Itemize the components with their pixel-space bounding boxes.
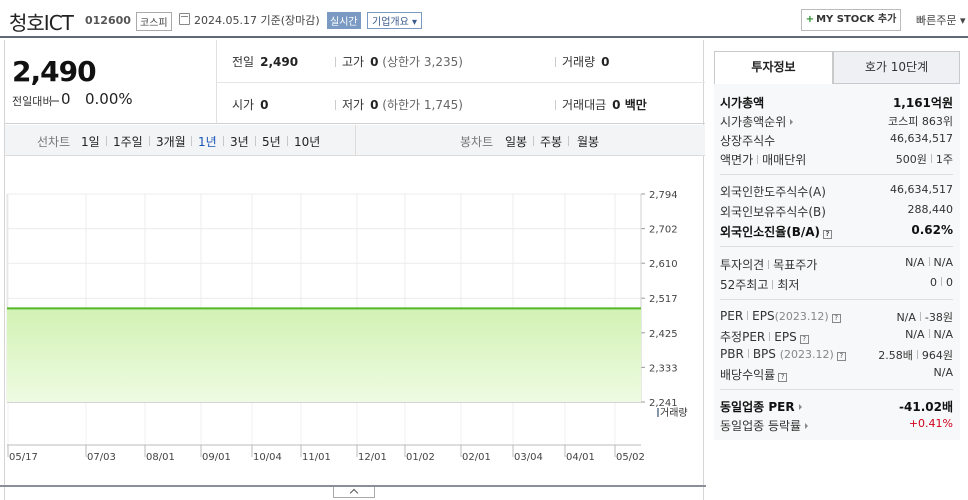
row-foreign-limit: 외국인한도주식수(A) 46,634,517: [720, 183, 953, 199]
my-stock-add-label: MY STOCK 추가: [816, 14, 897, 25]
tab-invest-info[interactable]: 투자정보: [714, 51, 833, 84]
row-foreign-rate: 외국인소진율(B/A)? 0.62%: [720, 223, 953, 239]
row-sector-per: 동일업종 PER -41.02배: [720, 400, 953, 414]
price-change: 0: [61, 90, 71, 108]
tab-order-book[interactable]: 호가 10단계: [833, 51, 960, 84]
y-tick-label: 2,333: [649, 363, 678, 374]
row-par-unit: 액면가 매매단위 500원 1주: [720, 153, 953, 167]
stat-prev-close: 전일 2,490: [232, 55, 299, 69]
period-10y[interactable]: 10년: [294, 133, 320, 150]
x-tick-label: 07/03: [87, 452, 116, 463]
candle-monthly[interactable]: 월봉: [577, 133, 599, 150]
candle-chart-label: 봉차트: [460, 135, 494, 149]
x-tick-label: 11/01: [302, 452, 331, 463]
candle-daily[interactable]: 일봉: [505, 133, 527, 150]
x-tick-label: 05/02: [616, 452, 645, 463]
stat-high: 고가 0 (상한가 3,235): [335, 53, 463, 70]
x-tick-label: 10/04: [253, 452, 282, 463]
my-stock-add-button[interactable]: + MY STOCK 추가: [801, 9, 901, 31]
divider: [355, 125, 356, 156]
row-foreign-hold: 외국인보유주식수(B) 288,440: [720, 203, 953, 219]
current-price: 2,490: [12, 55, 97, 88]
stock-code: 012600: [85, 14, 131, 27]
divider: [720, 174, 953, 175]
x-tick-label: 05/17: [9, 452, 38, 463]
change-label: 전일대비: [12, 95, 53, 108]
period-3y[interactable]: 3년: [230, 133, 249, 150]
row-market-cap-rank: 시가총액순위 코스피 863위: [720, 115, 953, 129]
volume-legend: 거래량: [660, 407, 688, 419]
help-icon[interactable]: ?: [778, 373, 788, 382]
stat-open: 시가 0: [232, 98, 269, 112]
arrow-right-icon: [798, 404, 802, 410]
row-dividend: 배당수익률? N/A: [720, 366, 953, 382]
help-icon[interactable]: ?: [836, 352, 846, 361]
arrow-right-icon: [805, 423, 809, 429]
row-market-cap: 시가총액 1,161억원: [720, 96, 953, 110]
period-bar: 선차트 1일 1주일 3개월 1년 3년 5년 10년 봉차트 일봉 주봉 월봉: [5, 125, 705, 156]
market-badge: 코스피: [136, 12, 172, 31]
line-chart-label: 선차트: [37, 135, 71, 149]
calendar-icon: [179, 13, 190, 25]
row-52week: 52주최고 최저 0 0: [720, 276, 953, 292]
x-tick-label: 08/01: [146, 452, 175, 463]
stat-trade-value: 거래대금 0 백만: [555, 96, 647, 113]
x-tick-label: 04/01: [566, 452, 595, 463]
base-date: 2024.05.17 기준(장마감): [194, 14, 320, 27]
row-opinion-target: 투자의견 목표주가 N/A N/A: [720, 256, 953, 272]
quick-order-dropdown[interactable]: 빠른주문 ▾: [916, 12, 966, 28]
x-tick-label: 09/01: [202, 452, 231, 463]
quote-stats: 전일 2,490 고가 0 (상한가 3,235) 거래량 0 시가 0 저가 0 (하한…: [217, 40, 705, 124]
arrow-right-icon: [790, 119, 794, 125]
help-icon[interactable]: ?: [799, 335, 809, 344]
stock-header: 청호ICT 012600 코스피 2024.05.17 기준(장마감) 실시간 …: [0, 0, 968, 38]
volume-legend-swatch: [657, 408, 659, 417]
stat-volume: 거래량 0: [555, 53, 609, 70]
price-area: [7, 308, 641, 402]
row-sector-change: 동일업종 등락률 +0.41%: [720, 417, 953, 433]
period-5y[interactable]: 5년: [262, 133, 281, 150]
help-icon[interactable]: ?: [831, 314, 841, 323]
period-3m[interactable]: 3개월: [156, 133, 186, 150]
x-tick-label: 12/01: [358, 452, 387, 463]
x-tick-label: 03/04: [514, 452, 543, 463]
divider: [720, 246, 953, 247]
price-box: 2,490 전일대비 0 0.00%: [5, 40, 217, 124]
plus-icon: +: [805, 14, 815, 25]
company-overview-dropdown[interactable]: 기업개요 ▾: [367, 12, 422, 29]
x-tick-label: 02/01: [462, 452, 491, 463]
stat-low: 저가 0 (하한가 1,745): [335, 96, 463, 113]
divider: [720, 299, 953, 300]
price-chart[interactable]: 2,794 2,702 2,610 2,517 2,425 2,333 2,241 05/1…: [5, 157, 705, 500]
info-tabs: 투자정보 호가 10단계: [714, 51, 960, 84]
price-chart-svg: 2,7942,7022,6102,5172,4252,3332,241 05/1…: [6, 190, 688, 463]
row-pbr-bps: PBR BPS (2023.12)? 2.58배 964원: [720, 347, 953, 362]
divider: [720, 389, 953, 390]
y-tick-label: 2,610: [649, 259, 678, 270]
divider: [217, 82, 705, 83]
quote-area: 2,490 전일대비 0 0.00% 전일 2,490 고가 0 (상한가 3,23…: [4, 40, 705, 500]
chart-bottom-bar: [0, 485, 706, 500]
y-tick-label: 2,425: [649, 329, 678, 340]
help-icon[interactable]: ?: [823, 230, 833, 239]
x-tick-label: 01/02: [406, 452, 435, 463]
price-change-pct: 0.00%: [85, 90, 133, 108]
y-tick-label: 2,794: [649, 190, 678, 201]
candle-weekly[interactable]: 주봉: [540, 133, 562, 150]
invest-info-panel: 투자정보 호가 10단계 시가총액 1,161억원 시가총액순위 코스피 863위 …: [706, 40, 968, 500]
row-est-per-eps: 추정PER EPS? N/A N/A: [720, 328, 953, 344]
y-tick-label: 2,517: [649, 294, 678, 305]
period-1d[interactable]: 1일: [81, 133, 100, 150]
chart-collapse-toggle[interactable]: [333, 487, 375, 498]
realtime-button[interactable]: 실시간: [327, 12, 361, 29]
period-1y[interactable]: 1년: [198, 133, 217, 150]
y-tick-label: 2,702: [649, 225, 678, 236]
row-listed-shares: 상장주식수 46,634,517: [720, 132, 953, 148]
stock-name: 청호ICT: [9, 11, 74, 35]
invest-info-body: 시가총액 1,161억원 시가총액순위 코스피 863위 상장주식수 46,634,5…: [714, 84, 960, 440]
period-1w[interactable]: 1주일: [113, 133, 143, 150]
flat-icon: [49, 100, 59, 102]
row-per-eps: PER EPS(2023.12)? N/A -38원: [720, 309, 953, 324]
